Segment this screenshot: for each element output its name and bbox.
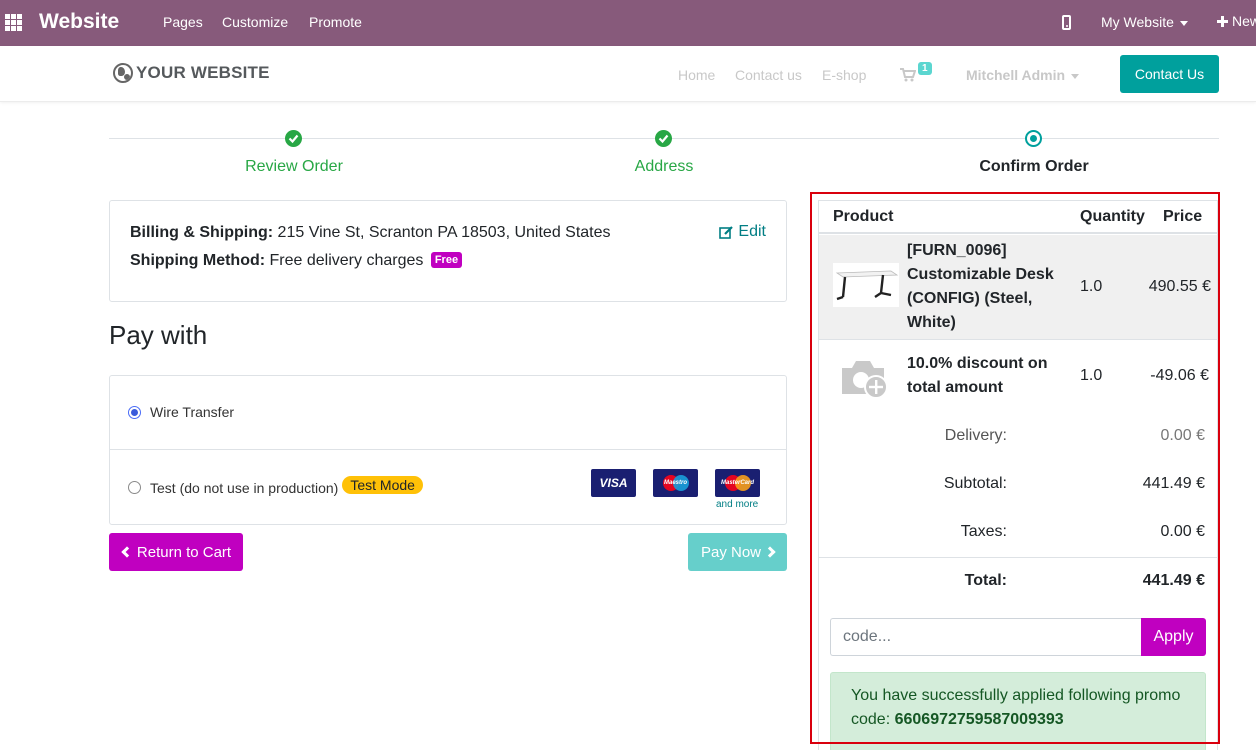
edit-address-link[interactable]: Edit [719,223,766,241]
cart-count-badge: 1 [918,62,932,75]
user-name: Mitchell Admin [966,67,1066,83]
return-label: Return to Cart [136,543,232,561]
cart-icon[interactable] [900,68,916,82]
chevron-down-icon [1071,73,1080,79]
pay-with-title: Pay with [109,320,208,350]
return-to-cart-button[interactable]: Return to Cart [109,533,243,571]
wire-transfer-label[interactable]: Wire Transfer [150,404,234,420]
shipping-row: Shipping Method: Free delivery charges F… [130,252,463,270]
shipping-label: Shipping Method: [130,252,266,269]
payment-option-test[interactable]: Test (do not use in production) Test Mode… [110,450,786,524]
maestro-logo: Maestro [653,469,698,497]
apps-menu-icon[interactable] [5,14,22,31]
admin-brand[interactable]: Website [39,10,119,34]
logo-text: YOUR WEBSITE [136,63,270,82]
menu-promote[interactable]: Promote [309,14,362,30]
admin-bar: Website Pages Customize Promote My Websi… [0,0,1256,46]
test-payment-label[interactable]: Test (do not use in production) Test Mode [150,476,423,496]
my-website-dropdown[interactable]: My Website [1101,14,1188,30]
step-confirm-order: Confirm Order [979,158,1089,175]
billing-row: Billing & Shipping: 215 Vine St, Scranto… [130,224,611,242]
maestro-logo-text: Maestro [663,480,687,486]
payment-option-wire[interactable]: Wire Transfer [110,376,786,450]
edit-label: Edit [738,223,766,240]
nav-home[interactable]: Home [678,67,715,83]
payment-methods-card: Wire Transfer Test (do not use in produc… [109,375,787,525]
nav-contact[interactable]: Contact us [735,67,802,83]
pay-now-button[interactable]: Pay Now [688,533,787,571]
shipping-value: Free delivery charges [269,252,424,269]
wire-transfer-radio[interactable] [128,406,141,419]
and-more-link[interactable]: and more [716,499,758,510]
billing-label: Billing & Shipping: [130,224,274,241]
nav-eshop[interactable]: E-shop [822,67,866,83]
step-review-check-icon [285,130,302,147]
site-header: YOUR WEBSITE Home Contact us E-shop 1 Mi… [0,46,1256,102]
plus-icon [1217,16,1228,27]
test-mode-badge: Test Mode [342,476,423,494]
globe-icon [113,63,133,83]
mobile-preview-icon[interactable] [1062,15,1071,30]
new-button[interactable]: New [1217,13,1256,29]
step-review-order[interactable]: Review Order [194,158,394,176]
free-badge: Free [430,252,463,268]
visa-logo: VISA [591,469,636,497]
new-label: New [1232,13,1256,29]
my-website-label: My Website [1101,14,1174,30]
step-address-check-icon [655,130,672,147]
highlight-box [810,192,1220,744]
pay-now-label: Pay Now [700,543,762,561]
address-card: Billing & Shipping: 215 Vine St, Scranto… [109,200,787,302]
mastercard-logo-text: MasterCard [720,480,754,486]
user-menu[interactable]: Mitchell Admin [966,67,1080,83]
edit-icon [719,225,734,239]
menu-pages[interactable]: Pages [163,14,203,30]
chevron-right-icon [764,546,776,558]
site-logo[interactable]: YOUR WEBSITE [113,63,270,83]
step-address[interactable]: Address [564,158,764,176]
contact-us-button[interactable]: Contact Us [1120,55,1219,93]
menu-customize[interactable]: Customize [222,14,288,30]
billing-value: 215 Vine St, Scranton PA 18503, United S… [277,224,611,241]
test-payment-radio[interactable] [128,481,141,494]
mastercard-logo: MasterCard [715,469,760,497]
step-confirm-current-icon [1025,130,1042,147]
chevron-left-icon [121,546,133,558]
chevron-down-icon [1179,20,1188,26]
test-payment-text: Test (do not use in production) [150,480,339,496]
